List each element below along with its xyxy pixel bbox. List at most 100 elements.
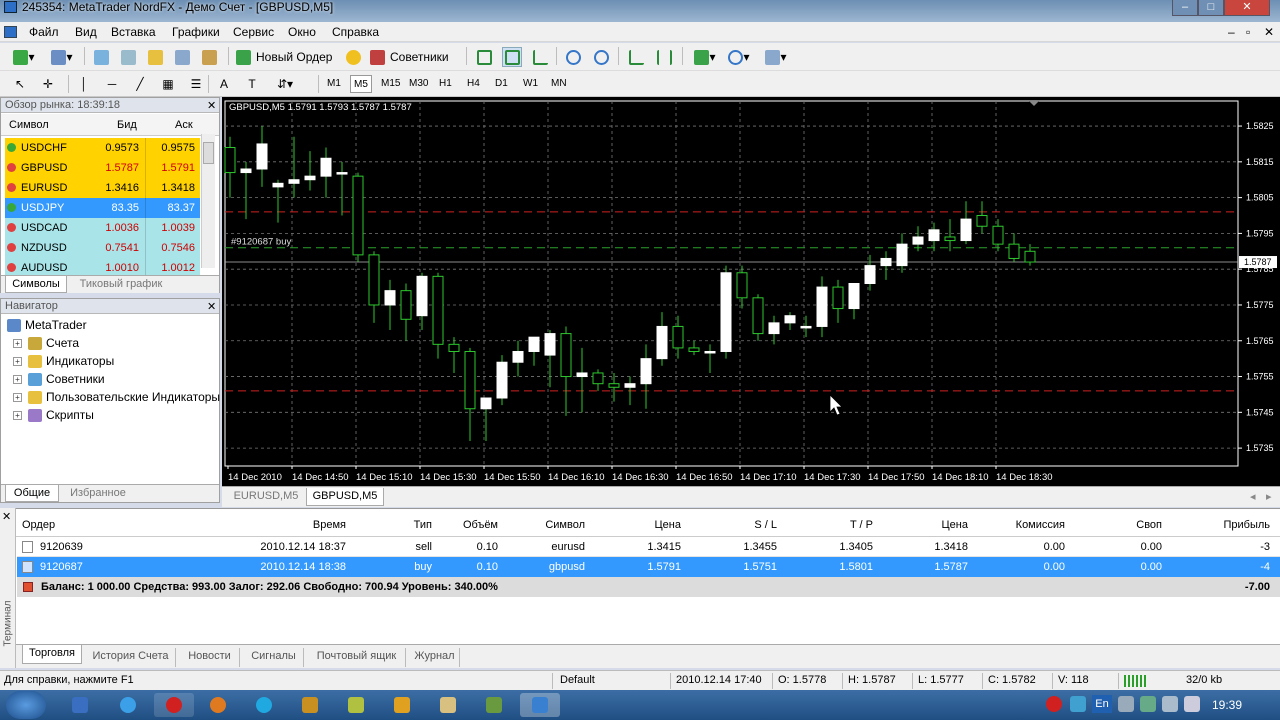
channel-tool[interactable]: ▦ bbox=[158, 74, 178, 94]
col-header[interactable]: Комиссия bbox=[975, 519, 1065, 531]
order-row[interactable]: 9120639 2010.12.14 18:37 sell 0.10 eurusd 1.3… bbox=[17, 537, 1280, 557]
taskbar-app2[interactable] bbox=[336, 693, 376, 717]
menu-help[interactable]: Справка bbox=[332, 25, 379, 39]
tester-button[interactable] bbox=[198, 47, 220, 67]
tab-favorites[interactable]: Избранное bbox=[63, 485, 133, 502]
autoscroll-button[interactable] bbox=[626, 47, 646, 67]
taskbar-skype[interactable] bbox=[244, 693, 284, 717]
timeframe-mn[interactable]: MN bbox=[548, 75, 570, 93]
terminal-tab[interactable]: Сигналы bbox=[244, 648, 304, 667]
price-chart[interactable]: 1.58251.58151.58051.57951.57851.57751.57… bbox=[222, 97, 1280, 486]
nav-custom-indicators[interactable]: + Пользовательские Индикаторы bbox=[13, 388, 220, 406]
col-header[interactable]: Ордер bbox=[22, 519, 55, 531]
timeframe-h4[interactable]: H4 bbox=[464, 75, 483, 93]
timeframe-m1[interactable]: M1 bbox=[324, 75, 344, 93]
line-chart-button[interactable] bbox=[530, 47, 550, 67]
zoom-in-button[interactable] bbox=[563, 47, 583, 67]
taskbar-metatrader[interactable] bbox=[520, 693, 560, 717]
terminal-tab[interactable]: Торговля bbox=[22, 645, 82, 664]
bar-chart-button[interactable] bbox=[474, 47, 494, 67]
tab-scroll-right-icon[interactable]: ▸ bbox=[1266, 490, 1272, 503]
chart-shift-marker[interactable] bbox=[1029, 101, 1039, 106]
timeframe-w1[interactable]: W1 bbox=[520, 75, 541, 93]
terminal-tab[interactable]: История Счета bbox=[86, 648, 176, 667]
scroll-thumb[interactable] bbox=[203, 142, 214, 164]
timeframe-m5[interactable]: M5 bbox=[350, 75, 372, 93]
volume-icon[interactable] bbox=[1184, 696, 1200, 712]
chart-window[interactable]: 1.5825 1.5815 1.5805 1.5795 1.5785 1.5775 1.57… bbox=[222, 97, 1280, 486]
taskbar-app[interactable] bbox=[290, 693, 330, 717]
taskbar-opera[interactable] bbox=[154, 693, 194, 717]
order-row[interactable]: 9120687 2010.12.14 18:38 buy 0.10 gbpusd 1.57… bbox=[17, 557, 1280, 577]
market-watch-button[interactable] bbox=[90, 47, 112, 67]
terminal-close-icon[interactable]: ✕ bbox=[2, 510, 11, 523]
menu-window[interactable]: Окно bbox=[288, 25, 316, 39]
experts-button[interactable]: Советники bbox=[370, 47, 458, 67]
nav-indicators[interactable]: + Индикаторы bbox=[13, 352, 114, 370]
taskbar-firefox[interactable] bbox=[198, 693, 238, 717]
col-header[interactable]: S / L bbox=[687, 519, 777, 531]
tab-tick-chart[interactable]: Тиковый график bbox=[71, 276, 171, 293]
tab-common[interactable]: Общие bbox=[5, 485, 59, 502]
col-header[interactable]: Цена bbox=[591, 519, 681, 531]
trendline-tool[interactable]: ╱ bbox=[130, 74, 150, 94]
market-watch-row[interactable]: EURUSD 1.3416 1.3418 bbox=[5, 178, 200, 198]
terminal-button[interactable] bbox=[171, 47, 193, 67]
col-ask[interactable]: Аск bbox=[175, 119, 193, 131]
timeframe-d1[interactable]: D1 bbox=[492, 75, 511, 93]
menu-insert[interactable]: Вставка bbox=[111, 25, 156, 39]
tab-symbols[interactable]: Символы bbox=[5, 276, 67, 293]
close-button[interactable]: ✕ bbox=[1224, 0, 1270, 16]
col-header[interactable]: Своп bbox=[1072, 519, 1162, 531]
label-tool[interactable]: T bbox=[242, 74, 262, 94]
col-header[interactable]: Прибыль bbox=[1180, 519, 1270, 531]
menu-charts[interactable]: Графики bbox=[172, 25, 220, 39]
tab-eurusd-m5[interactable]: EURUSD,M5 bbox=[226, 488, 306, 506]
mdi-close-button[interactable]: ✕ bbox=[1264, 25, 1274, 39]
col-header[interactable]: Время bbox=[256, 519, 346, 531]
horizontal-line-tool[interactable]: ─ bbox=[102, 74, 122, 94]
templates-button[interactable]: ▾ bbox=[760, 47, 792, 67]
timeframe-m30[interactable]: M30 bbox=[406, 75, 431, 93]
minimize-button[interactable]: – bbox=[1172, 0, 1198, 16]
nav-scripts[interactable]: + Скрипты bbox=[13, 406, 94, 424]
market-watch-scrollbar[interactable] bbox=[201, 134, 215, 268]
timeframe-m15[interactable]: M15 bbox=[378, 75, 403, 93]
tab-gbpusd-m5[interactable]: GBPUSD,M5 bbox=[306, 488, 384, 506]
mdi-minimize-button[interactable]: – bbox=[1228, 25, 1235, 39]
new-order-button[interactable]: Новый Ордер bbox=[236, 47, 338, 67]
market-watch-row[interactable]: USDJPY 83.35 83.37 bbox=[5, 198, 200, 218]
taskbar-player[interactable] bbox=[382, 693, 422, 717]
timeframe-h1[interactable]: H1 bbox=[436, 75, 455, 93]
col-symbol[interactable]: Символ bbox=[9, 119, 49, 131]
market-watch-row[interactable]: GBPUSD 1.5787 1.5791 bbox=[5, 158, 200, 178]
terminal-tab[interactable]: Почтовый ящик bbox=[308, 648, 406, 667]
col-header[interactable]: T / P bbox=[783, 519, 873, 531]
candles-button[interactable] bbox=[502, 47, 522, 67]
zoom-out-button[interactable] bbox=[591, 47, 611, 67]
market-watch-row[interactable]: USDCHF 0.9573 0.9575 bbox=[5, 138, 200, 158]
vertical-line-tool[interactable]: │ bbox=[74, 74, 94, 94]
profiles-button[interactable]: ▾ bbox=[46, 47, 78, 67]
data-window-button[interactable] bbox=[117, 47, 139, 67]
chart-shift-button[interactable] bbox=[654, 47, 674, 67]
nav-experts[interactable]: + Советники bbox=[13, 370, 105, 388]
menu-tools[interactable]: Сервис bbox=[233, 25, 274, 39]
col-bid[interactable]: Бид bbox=[117, 119, 137, 131]
taskbar-folder[interactable] bbox=[428, 693, 468, 717]
cursor-tool[interactable]: ↖ bbox=[10, 74, 30, 94]
mdi-restore-button[interactable]: ▫ bbox=[1246, 25, 1250, 39]
start-button[interactable] bbox=[6, 691, 46, 719]
tab-scroll-left-icon[interactable]: ◂ bbox=[1250, 490, 1256, 503]
navigator-button[interactable] bbox=[144, 47, 166, 67]
nav-root[interactable]: MetaTrader bbox=[7, 316, 87, 334]
fibo-tool[interactable]: ☰ bbox=[186, 74, 206, 94]
network-icon[interactable] bbox=[1162, 696, 1178, 712]
clock[interactable]: 19:39 bbox=[1212, 698, 1242, 712]
tray-icon-1[interactable] bbox=[1118, 696, 1134, 712]
terminal-tab[interactable]: Новости bbox=[180, 648, 240, 667]
col-header[interactable]: Символ bbox=[495, 519, 585, 531]
navigator-close-icon[interactable]: ✕ bbox=[207, 300, 216, 313]
maximize-button[interactable]: □ bbox=[1198, 0, 1224, 16]
market-watch-close-icon[interactable]: ✕ bbox=[207, 99, 216, 112]
